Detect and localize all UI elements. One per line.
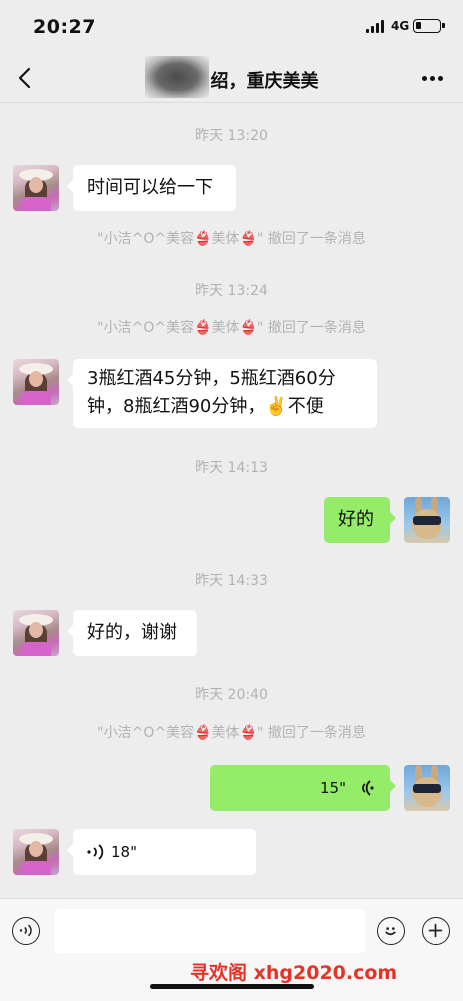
chat-title-text: 绍，重庆美美 — [210, 71, 319, 92]
voice-duration: 15" — [320, 779, 346, 797]
home-indicator[interactable] — [150, 984, 314, 989]
plus-icon[interactable] — [422, 917, 450, 945]
timestamp: 昨天 14:33 — [195, 573, 268, 589]
timestamp: 昨天 14:13 — [195, 460, 268, 476]
message-line: 3瓶红酒45分钟，5瓶红酒60分 — [87, 368, 336, 389]
contact-avatar[interactable] — [13, 359, 59, 405]
timestamp: 昨天 13:24 — [195, 283, 268, 299]
timestamp: 昨天 20:40 — [195, 687, 268, 703]
emoji-icon[interactable] — [377, 917, 405, 945]
contact-avatar[interactable] — [13, 610, 59, 656]
contact-avatar[interactable] — [13, 165, 59, 211]
recall-notice: "小洁^O^美容👙美体👙" 撤回了一条消息 — [97, 725, 366, 741]
voice-duration: 18" — [111, 843, 137, 861]
battery-icon — [413, 19, 445, 33]
voice-message-bubble[interactable]: 18" — [67, 829, 256, 875]
network-type: 4G — [391, 19, 410, 33]
timestamp: 昨天 13:20 — [195, 128, 268, 144]
voice-message-bubble[interactable]: 15" — [210, 765, 396, 811]
chat-header: 绍，重庆美美 — [0, 56, 463, 103]
recall-notice: "小洁^O^美容👙美体👙" 撤回了一条消息 — [97, 320, 366, 336]
message-bubble[interactable]: 好的 — [324, 497, 396, 543]
recall-notice: "小洁^O^美容👙美体👙" 撤回了一条消息 — [97, 231, 366, 247]
watermark-text: 寻欢阁 xhg2020.com — [190, 962, 398, 984]
message-input[interactable] — [54, 909, 365, 953]
status-bar: 20:27 4G — [0, 0, 463, 56]
status-time: 20:27 — [33, 16, 96, 38]
my-avatar[interactable] — [404, 765, 450, 811]
contact-avatar[interactable] — [13, 829, 59, 875]
my-avatar[interactable] — [404, 497, 450, 543]
signal-icon — [366, 20, 384, 33]
voice-wave-icon — [362, 780, 374, 796]
more-dots-icon[interactable] — [422, 76, 443, 81]
message-bubble[interactable]: 3瓶红酒45分钟，5瓶红酒60分 钟，8瓶红酒90分钟，✌️不便 — [67, 359, 377, 428]
voice-icon[interactable] — [12, 917, 40, 945]
message-bubble[interactable]: 好的，谢谢 — [67, 610, 197, 656]
message-line: 钟，8瓶红酒90分钟，✌️不便 — [87, 396, 324, 417]
voice-wave-icon — [87, 844, 104, 860]
message-bubble[interactable]: 时间可以给一下 — [67, 165, 236, 211]
redaction-blur — [144, 56, 209, 98]
chat-title: 绍，重庆美美 — [0, 56, 463, 98]
